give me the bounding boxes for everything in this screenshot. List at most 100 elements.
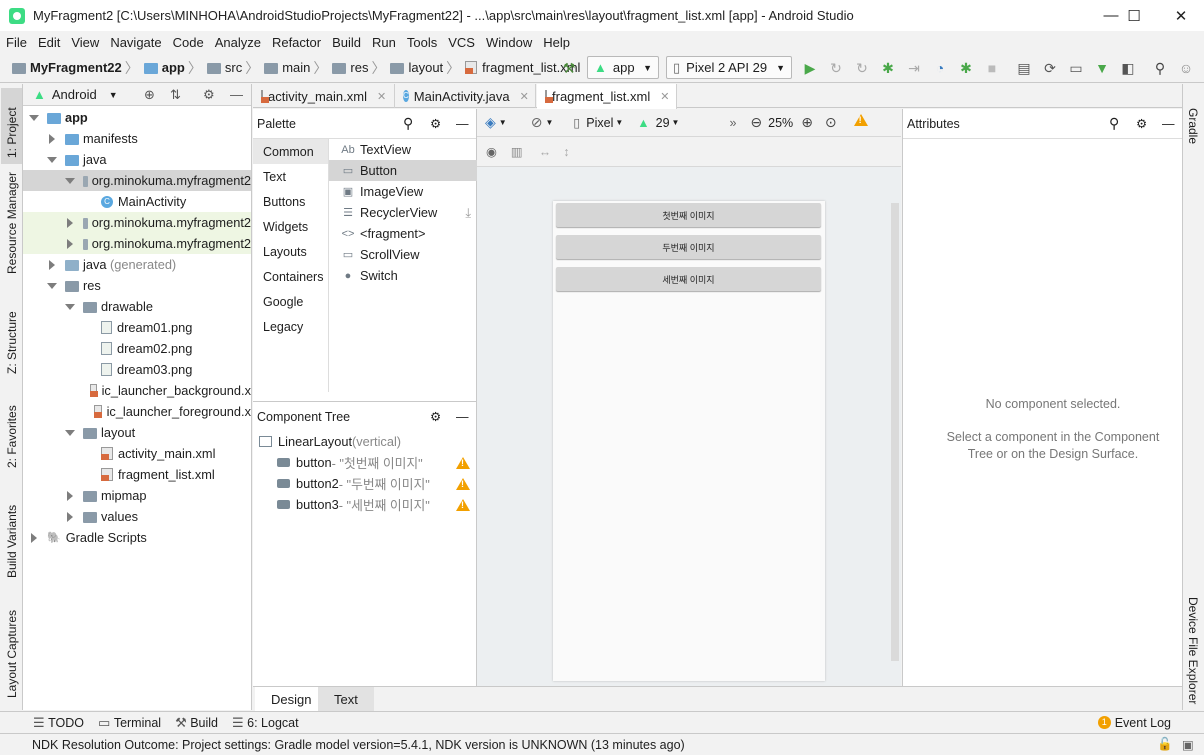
tab-activity-main[interactable]: activity_main.xml ✕ [253,84,395,108]
tree-item[interactable]: org.minokuma.myfragment2 [23,212,251,233]
run-icon[interactable]: ▶ [800,57,820,79]
tree-linearlayout[interactable]: LinearLayout (vertical) [259,431,401,452]
tool-device-file-explorer[interactable]: Device File Explorer [1186,597,1200,704]
tool-build-variants[interactable]: Build Variants [5,505,19,578]
palette-item-fragment[interactable]: <> <fragment> [329,223,477,244]
tool-layout-captures[interactable]: Layout Captures [5,610,19,698]
menu-tools[interactable]: Tools [401,35,442,50]
tree-item[interactable]: ic_launcher_background.x [23,380,251,401]
gear-icon[interactable]: ⚙ [1136,116,1147,131]
hide-icon[interactable]: — [230,87,243,102]
collapsed-arrow-icon[interactable] [67,511,73,522]
tree-item[interactable]: manifests [23,128,251,149]
tool-structure[interactable]: Z: Structure [5,311,19,374]
expanded-arrow-icon[interactable] [65,177,75,184]
tree-item[interactable]: layout [23,422,251,443]
collapse-all-icon[interactable]: ⇅ [170,87,181,103]
close-icon[interactable]: ✕ [660,90,669,103]
menu-build[interactable]: Build [326,35,366,50]
device-selector[interactable]: Pixel [586,116,613,130]
chevron-down-icon[interactable]: ▼ [109,90,118,100]
hide-icon[interactable]: — [1162,117,1175,131]
tool-gradle[interactable]: Gradle [1186,108,1200,144]
gear-icon[interactable]: ⚙ [430,116,441,131]
collapsed-arrow-icon[interactable] [67,217,73,228]
run-config-select[interactable]: ▲ app ▼ [587,56,659,79]
collapsed-arrow-icon[interactable] [67,490,73,501]
attach-debugger-icon[interactable]: ⇥ [904,57,924,79]
tool-resource-manager[interactable]: Resource Manager [5,172,19,274]
layout-inspector-icon[interactable]: ◧ [1118,57,1138,79]
tree-item[interactable]: app [23,107,251,128]
tree-item[interactable]: 🐘 Gradle Scripts [23,527,251,548]
overflow-icon[interactable]: » [729,116,736,130]
hide-icon[interactable]: — [456,410,469,424]
project-structure-icon[interactable]: ▤ [1014,57,1034,79]
warning-icon[interactable]: ! [456,457,470,469]
palette-item-imageview[interactable]: ▣ ImageView [329,181,477,202]
breadcrumb-src[interactable]: src [225,60,242,75]
close-button[interactable]: ✕ [1158,0,1204,31]
zoom-fit-icon[interactable]: ⊙ [825,114,837,131]
zoom-out-icon[interactable]: ⊖ [750,114,762,131]
vertical-scrollbar[interactable] [891,203,899,661]
tree-item[interactable]: C MainActivity [23,191,251,212]
preview-button-3[interactable]: 세번째 이미지 [556,267,821,291]
eye-icon[interactable]: ◉ [486,144,497,159]
tree-item[interactable]: dream03.png [23,359,251,380]
tree-item[interactable]: res [23,275,251,296]
menu-refactor[interactable]: Refactor [266,35,326,50]
category-layouts[interactable]: Layouts [253,239,328,264]
profiler-icon[interactable]: ◔ [930,57,950,79]
menu-window[interactable]: Window [480,35,537,50]
lock-icon[interactable]: 🔓 [1157,737,1173,752]
tab-main-activity[interactable]: C MainActivity.java ✕ [395,84,536,108]
category-legacy[interactable]: Legacy [253,314,328,339]
breadcrumb-project[interactable]: MyFragment22 [30,60,122,75]
tool-todo[interactable]: ☰ TODO [33,715,84,731]
menu-view[interactable]: View [65,35,104,50]
tool-build[interactable]: ⚒ Build [175,715,218,731]
category-widgets[interactable]: Widgets [253,214,328,239]
palette-item-recyclerview[interactable]: ☰ RecyclerView ⤓ [329,202,477,223]
tree-item[interactable]: org.minokuma.myfragment2 [23,233,251,254]
expand-vertical-icon[interactable]: ↕ [563,145,569,159]
close-icon[interactable]: ✕ [520,90,529,103]
tree-item[interactable]: ic_launcher_foreground.x [23,401,251,422]
layers-icon[interactable]: ◈ [485,114,496,131]
breadcrumb-main[interactable]: main [282,60,310,75]
tab-fragment-list[interactable]: fragment_list.xml ✕ [537,84,677,109]
tree-item[interactable]: dream02.png [23,338,251,359]
menu-help[interactable]: Help [537,35,575,50]
menu-vcs[interactable]: VCS [442,35,480,50]
menu-file[interactable]: File [0,35,32,50]
category-common[interactable]: Common [253,139,328,164]
breadcrumb-layout[interactable]: layout [408,60,443,75]
expanded-arrow-icon[interactable] [65,429,75,436]
gear-icon[interactable]: ⚙ [430,409,441,424]
api-selector[interactable]: 29 [656,116,670,130]
menu-edit[interactable]: Edit [32,35,65,50]
sdk-manager-icon[interactable]: ▼ [1092,57,1112,79]
category-text[interactable]: Text [253,164,328,189]
palette-item-switch[interactable]: ● Switch [329,265,477,286]
search-icon[interactable]: ⚲ [1109,115,1119,132]
project-view-select[interactable]: Android [52,87,97,102]
category-google[interactable]: Google [253,289,328,314]
debug-icon[interactable]: ✱ [878,57,898,79]
collapsed-arrow-icon[interactable] [31,532,37,543]
tree-button[interactable]: button - "첫번째 이미지" [277,452,423,473]
menu-analyze[interactable]: Analyze [209,35,266,50]
collapsed-arrow-icon[interactable] [49,133,55,144]
category-buttons[interactable]: Buttons [253,189,328,214]
tree-item[interactable]: values [23,506,251,527]
hammer-icon[interactable]: ⚒ [558,57,580,79]
tool-terminal[interactable]: ▭ Terminal [98,715,161,731]
tool-favorites[interactable]: 2: Favorites [5,405,19,468]
tree-item[interactable]: org.minokuma.myfragment2 [23,170,251,191]
preview-button-1[interactable]: 첫번째 이미지 [556,203,821,227]
expanded-arrow-icon[interactable] [29,114,39,121]
orientation-icon[interactable]: ⊘ [531,114,543,131]
palette-item-scrollview[interactable]: ▭ ScrollView [329,244,477,265]
breadcrumb-app[interactable]: app [162,60,185,75]
